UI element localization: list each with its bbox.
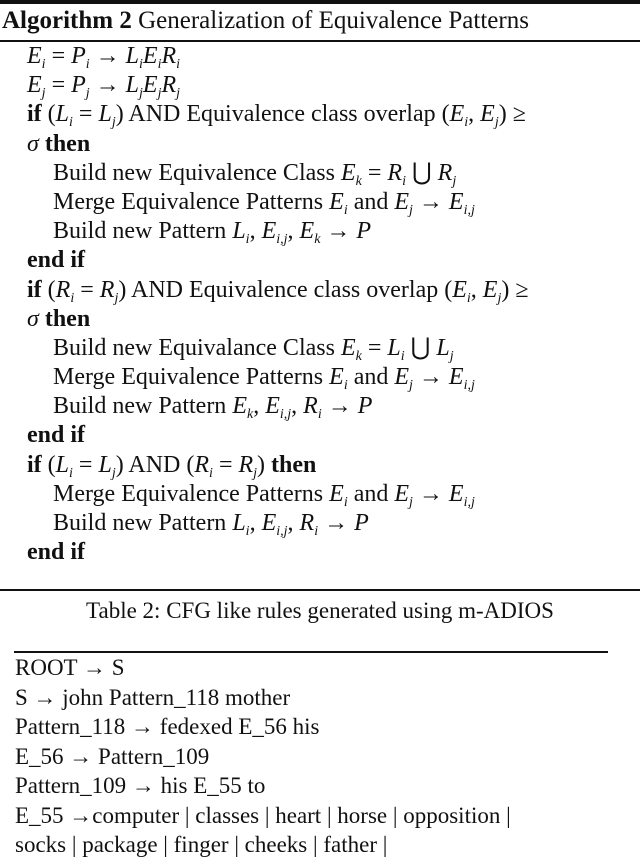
cfg-rule-row: E_55 →computer | classes | heart | horse… — [15, 802, 511, 828]
algorithm-line: if (Ri = Rj) AND Equivalence class overl… — [27, 276, 529, 306]
algorithm-header: Algorithm 2 Generalization of Equivalenc… — [2, 4, 529, 38]
algorithm-body: Ei = Pi → LiEiRi Ej = Pj → LjEjRj if (Li =… — [27, 42, 640, 567]
algorithm-line: Build new Equivalance Class Ek = Li ⋃ Lj — [53, 334, 454, 364]
algorithm-line: Merge Equivalence Patterns Ei and Ej → E… — [53, 480, 475, 510]
algorithm-line: end if — [27, 247, 86, 274]
algorithm-line: if (Li = Lj) AND (Ri = Rj) then — [27, 451, 317, 481]
algorithm-line: if (Li = Lj) AND Equivalence class overl… — [27, 101, 526, 131]
algorithm-line: Build new Pattern Li, Ei,j, Ek → P — [53, 218, 372, 248]
algorithm-line: Ei = Pi → LiEiRi — [27, 43, 181, 72]
algorithm-line: end if — [27, 422, 86, 449]
algorithm-label: Algorithm 2 — [2, 7, 132, 34]
algorithm-line: Build new Pattern Li, Ei,j, Ri → P — [53, 510, 369, 539]
algorithm-line: Merge Equivalence Patterns Ei and Ej → E… — [53, 364, 475, 394]
algorithm-line: σ then — [27, 305, 91, 332]
algorithm-line: Build new Equivalence Class Ek = Ri ⋃ Rj — [53, 159, 457, 189]
algorithm-line: Build new Pattern Ek, Ei,j, Ri → P — [53, 393, 373, 423]
algorithm-line: Merge Equivalence Patterns Ei and Ej → E… — [53, 188, 475, 218]
algorithm-line: σ then — [27, 130, 91, 157]
cfg-rules-table: ROOT → S S → john Pattern_118 mother Patte… — [15, 653, 640, 860]
algorithm-line: end if — [27, 539, 86, 566]
cfg-rule-row: Pattern_109 → his E_55 to — [15, 773, 266, 798]
table-caption: Table 2: CFG like rules generated using … — [86, 598, 554, 623]
cfg-rule-row: S → john Pattern_118 mother — [15, 684, 291, 710]
cfg-rule-row: ROOT → S — [15, 655, 125, 680]
algorithm-title: Generalization of Equivalence Patterns — [138, 7, 529, 34]
algorithm-bottom-rule — [0, 589, 640, 591]
cfg-rule-row: E_56 → Pattern_109 — [15, 743, 210, 769]
algorithm-line: Ej = Pj → LjEjRj — [27, 72, 181, 102]
cfg-rule-row: Pattern_118 → fedexed E_56 his — [15, 714, 320, 739]
cfg-rule-row: socks | package | finger | cheeks | fath… — [15, 832, 388, 857]
